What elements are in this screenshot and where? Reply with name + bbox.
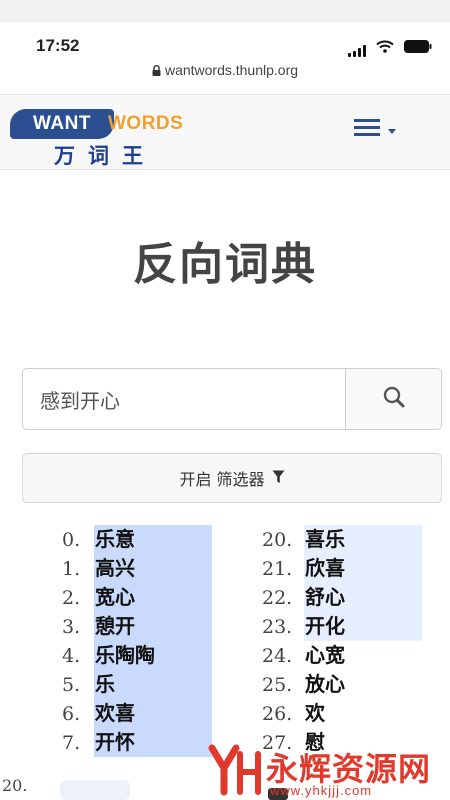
url-text: wantwords.thunlp.org <box>164 62 299 78</box>
result-rank: 24. <box>262 644 293 667</box>
result-item[interactable]: 1. 高兴 <box>62 554 212 583</box>
result-word[interactable]: 开化 <box>304 612 422 641</box>
result-word[interactable]: 欢 <box>304 699 422 728</box>
result-word[interactable]: 乐 <box>94 670 212 699</box>
result-item[interactable]: 2. 宽心 <box>62 583 212 612</box>
site-header: WANT WORDS 万词王 <box>0 94 450 170</box>
result-rank: 21. <box>262 557 293 580</box>
result-rank: 20. <box>262 528 293 551</box>
result-rank: 2. <box>62 586 81 609</box>
result-word[interactable]: 放心 <box>304 670 422 699</box>
search-input[interactable] <box>23 369 345 429</box>
result-rank: 26. <box>262 702 293 725</box>
status-icons <box>348 38 432 57</box>
search-button[interactable] <box>345 369 441 429</box>
result-word[interactable]: 宽心 <box>94 583 212 612</box>
logo-want-text: WANT <box>10 109 114 139</box>
result-word[interactable]: 欣喜 <box>304 554 422 583</box>
result-item[interactable]: 25. 放心 <box>262 670 422 699</box>
result-item[interactable]: 24. 心宽 <box>262 641 422 670</box>
result-rank: 6. <box>62 702 81 725</box>
result-item[interactable]: 4. 乐陶陶 <box>62 641 212 670</box>
url-bar[interactable]: wantwords.thunlp.org <box>0 62 450 94</box>
logo-words-text: WORDS <box>108 113 184 134</box>
watermark: 永辉资源网 www.yhkjjj.com <box>202 738 450 800</box>
wifi-icon <box>376 38 394 57</box>
watermark-logo-icon <box>206 744 262 800</box>
result-word[interactable]: 喜乐 <box>304 525 422 554</box>
result-item[interactable]: 7. 开怀 <box>62 728 212 757</box>
result-rank: 22. <box>262 586 293 609</box>
result-word[interactable]: 开怀 <box>94 728 212 757</box>
result-rank: 3. <box>62 615 81 638</box>
results-column-left: 0. 乐意 1. 高兴 2. 宽心 3. 憩开 4. 乐陶陶 5. 乐 6. 欢喜 7. 开怀 <box>62 525 212 757</box>
result-word[interactable]: 欢喜 <box>94 699 212 728</box>
result-item[interactable]: 0. 乐意 <box>62 525 212 554</box>
result-word[interactable]: 舒心 <box>304 583 422 612</box>
result-rank: 1. <box>62 557 81 580</box>
result-rank: 25. <box>262 673 293 696</box>
site-logo[interactable]: WANT WORDS 万词王 <box>10 103 220 168</box>
result-word[interactable]: 憩开 <box>94 612 212 641</box>
top-strip <box>0 0 450 22</box>
search-box <box>22 368 442 430</box>
result-item[interactable]: 6. 欢喜 <box>62 699 212 728</box>
search-icon <box>382 385 406 413</box>
result-item[interactable]: 26. 欢 <box>262 699 422 728</box>
battery-icon <box>404 38 432 57</box>
result-item[interactable]: 3. 憩开 <box>62 612 212 641</box>
status-bar: 17:52 <box>0 22 450 62</box>
chevron-down-icon <box>388 129 396 134</box>
result-item[interactable]: 5. 乐 <box>62 670 212 699</box>
result-rank: 4. <box>62 644 81 667</box>
page-title: 反向词典 <box>133 239 317 290</box>
result-item[interactable]: 20. 喜乐 <box>262 525 422 554</box>
result-item[interactable]: 23. 开化 <box>262 612 422 641</box>
result-word[interactable]: 乐意 <box>94 525 212 554</box>
results-column-right: 20. 喜乐 21. 欣喜 22. 舒心 23. 开化 24. 心宽 25. 放心 26. 欢… <box>262 525 422 757</box>
result-item[interactable]: 22. 舒心 <box>262 583 422 612</box>
signal-icon <box>348 45 366 57</box>
result-rank: 7. <box>62 731 81 754</box>
watermark-url: www.yhkjjj.com <box>270 783 373 798</box>
overlay-partial-rank: 20. <box>2 776 28 795</box>
filter-toggle-button[interactable]: 开启 筛选器 <box>22 453 442 503</box>
result-item[interactable]: 21. 欣喜 <box>262 554 422 583</box>
filter-label: 开启 筛选器 <box>179 470 265 489</box>
result-rank: 23. <box>262 615 293 638</box>
status-time: 17:52 <box>36 36 80 55</box>
result-word[interactable]: 高兴 <box>94 554 212 583</box>
result-word[interactable]: 乐陶陶 <box>94 641 212 670</box>
lock-icon <box>152 63 161 79</box>
logo-chinese-text: 万词王 <box>54 144 156 168</box>
result-rank: 5. <box>62 673 81 696</box>
result-word[interactable]: 心宽 <box>304 641 422 670</box>
funnel-icon <box>272 469 285 488</box>
menu-button[interactable] <box>354 119 396 147</box>
result-rank: 0. <box>62 528 81 551</box>
overlay-partial-chip <box>60 780 130 800</box>
